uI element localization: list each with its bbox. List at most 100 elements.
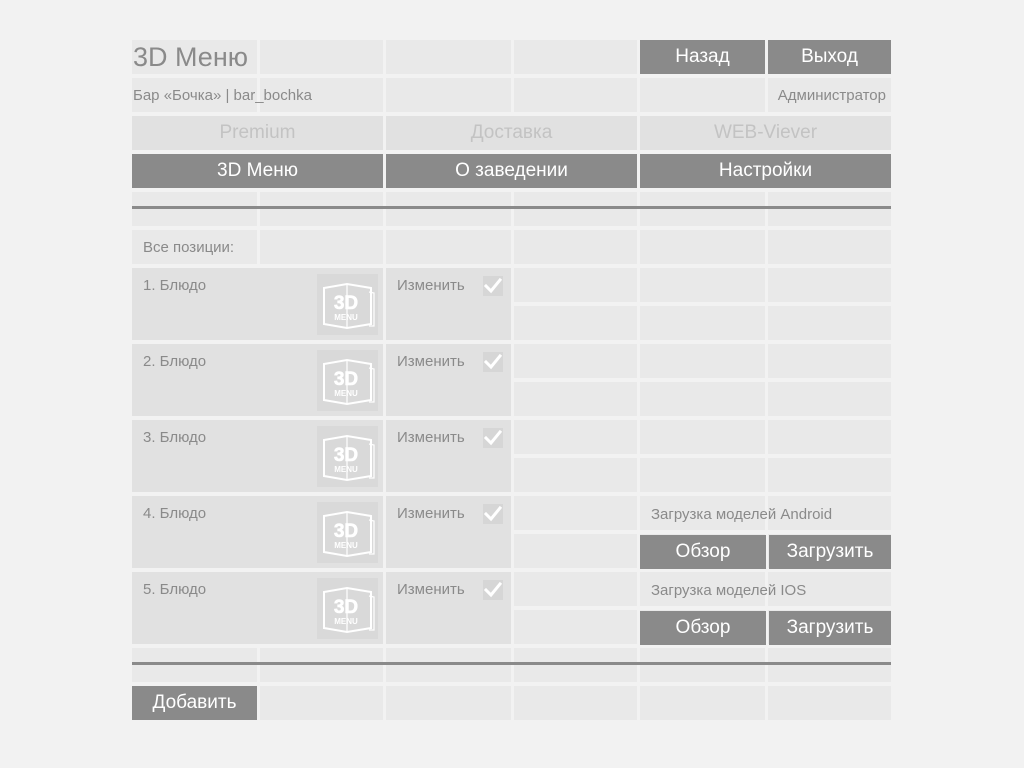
grid-cell bbox=[260, 40, 383, 74]
check-icon[interactable] bbox=[483, 352, 503, 372]
grid-cell bbox=[386, 648, 511, 682]
grid-cell bbox=[768, 306, 891, 340]
check-icon[interactable] bbox=[483, 580, 503, 600]
grid-cell bbox=[640, 686, 765, 720]
check-icon[interactable] bbox=[483, 276, 503, 296]
grid-cell bbox=[514, 78, 637, 112]
user-role: Администратор bbox=[777, 87, 886, 104]
grid-cell bbox=[514, 268, 637, 302]
list-heading: Все позиции: bbox=[143, 239, 235, 256]
grid-cell bbox=[514, 40, 637, 74]
ios-upload-button[interactable]: Загрузить bbox=[769, 611, 891, 645]
edit-link[interactable]: Изменить bbox=[397, 581, 465, 598]
page-title: 3D Меню bbox=[133, 42, 248, 72]
grid-cell bbox=[386, 192, 511, 226]
svg-text:3D: 3D bbox=[334, 293, 358, 314]
tab-settings[interactable]: Настройки bbox=[640, 154, 891, 188]
grid-cell bbox=[514, 230, 637, 264]
dish-name: 4. Блюдо bbox=[143, 505, 207, 522]
svg-text:3D: 3D bbox=[334, 597, 358, 618]
grid-cell bbox=[514, 496, 637, 530]
grid-cell bbox=[514, 534, 637, 568]
dish-name: 1. Блюдо bbox=[143, 277, 207, 294]
grid-cell bbox=[386, 40, 511, 74]
ios-upload-label: Загрузка моделей IOS bbox=[651, 582, 807, 599]
grid-cell bbox=[768, 648, 891, 682]
grid-cell bbox=[514, 420, 637, 454]
grid-cell bbox=[768, 344, 891, 378]
grid-cell bbox=[260, 192, 383, 226]
grid-cell bbox=[386, 78, 511, 112]
grid-cell bbox=[768, 382, 891, 416]
3d-menu-logo-icon: 3D MENU bbox=[317, 578, 378, 639]
grid-cell bbox=[640, 78, 765, 112]
edit-link[interactable]: Изменить bbox=[397, 353, 465, 370]
grid-cell bbox=[768, 686, 891, 720]
edit-link[interactable]: Изменить bbox=[397, 429, 465, 446]
svg-text:MENU: MENU bbox=[334, 313, 358, 322]
android-browse-button[interactable]: Обзор bbox=[640, 535, 766, 569]
check-icon[interactable] bbox=[483, 504, 503, 524]
grid-cell bbox=[640, 344, 765, 378]
grid-cell bbox=[132, 648, 257, 682]
grid-cell bbox=[514, 306, 637, 340]
svg-text:MENU: MENU bbox=[334, 617, 358, 626]
grid-cell bbox=[514, 192, 637, 226]
edit-link[interactable]: Изменить bbox=[397, 505, 465, 522]
grid-cell bbox=[514, 344, 637, 378]
tab-delivery: Доставка bbox=[386, 116, 637, 150]
grid-cell bbox=[514, 382, 637, 416]
svg-text:3D: 3D bbox=[334, 521, 358, 542]
grid-cell bbox=[640, 192, 765, 226]
edit-link[interactable]: Изменить bbox=[397, 277, 465, 294]
grid-cell bbox=[640, 306, 765, 340]
grid-cell bbox=[260, 230, 383, 264]
grid-cell bbox=[640, 458, 765, 492]
divider-bottom bbox=[132, 662, 891, 665]
svg-text:3D: 3D bbox=[334, 445, 358, 466]
grid-cell bbox=[768, 268, 891, 302]
tab-web-viewer: WEB-Viever bbox=[640, 116, 891, 150]
3d-menu-logo-icon: 3D MENU bbox=[317, 274, 378, 335]
grid-cell bbox=[640, 230, 765, 264]
3d-menu-logo-icon: 3D MENU bbox=[317, 350, 378, 411]
tab-3d-menu[interactable]: 3D Меню bbox=[132, 154, 383, 188]
venue-name: Бар «Бочка» | bar_bochka bbox=[133, 87, 312, 104]
android-upload-label: Загрузка моделей Android bbox=[651, 506, 833, 523]
svg-text:MENU: MENU bbox=[334, 389, 358, 398]
grid-cell bbox=[386, 230, 511, 264]
grid-cell bbox=[640, 420, 765, 454]
grid-cell bbox=[768, 192, 891, 226]
grid-cell bbox=[132, 192, 257, 226]
exit-button[interactable]: Выход bbox=[768, 40, 891, 74]
grid-cell bbox=[260, 686, 383, 720]
divider-top bbox=[132, 206, 891, 209]
android-upload-button[interactable]: Загрузить bbox=[769, 535, 891, 569]
svg-text:MENU: MENU bbox=[334, 541, 358, 550]
check-icon[interactable] bbox=[483, 428, 503, 448]
grid-cell bbox=[386, 686, 511, 720]
grid-cell bbox=[514, 458, 637, 492]
grid-cell bbox=[768, 458, 891, 492]
grid-cell bbox=[260, 648, 383, 682]
svg-text:MENU: MENU bbox=[334, 465, 358, 474]
grid-cell bbox=[514, 648, 637, 682]
svg-text:3D: 3D bbox=[334, 369, 358, 390]
dish-name: 5. Блюдо bbox=[143, 581, 207, 598]
grid-cell bbox=[640, 648, 765, 682]
dish-name: 2. Блюдо bbox=[143, 353, 207, 370]
dish-name: 3. Блюдо bbox=[143, 429, 207, 446]
grid-cell bbox=[640, 382, 765, 416]
tab-about[interactable]: О заведении bbox=[386, 154, 637, 188]
grid-cell bbox=[768, 230, 891, 264]
grid-cell bbox=[514, 686, 637, 720]
add-button[interactable]: Добавить bbox=[132, 686, 257, 720]
ios-browse-button[interactable]: Обзор bbox=[640, 611, 766, 645]
3d-menu-logo-icon: 3D MENU bbox=[317, 502, 378, 563]
tab-premium: Premium bbox=[132, 116, 383, 150]
grid-cell bbox=[514, 610, 637, 644]
3d-menu-logo-icon: 3D MENU bbox=[317, 426, 378, 487]
grid-cell bbox=[514, 572, 637, 606]
grid-cell bbox=[640, 268, 765, 302]
back-button[interactable]: Назад bbox=[640, 40, 765, 74]
